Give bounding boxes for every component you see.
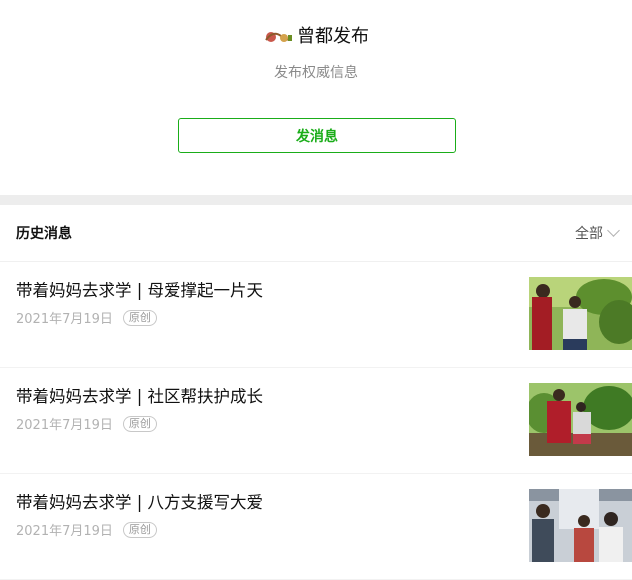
filter-label: 全部: [575, 226, 603, 242]
article-title: 带着妈妈去求学 | 八方支援写大爱: [16, 493, 264, 512]
history-title: 历史消息: [16, 226, 72, 242]
article-thumbnail: [529, 277, 632, 350]
article-meta: 2021年7月19日 原创: [16, 308, 157, 327]
article-date: 2021年7月19日: [16, 312, 113, 327]
original-badge: 原创: [122, 309, 157, 326]
chevron-down-icon: [607, 223, 620, 237]
article-list: 带着妈妈去求学 | 母爱撑起一片天 2021年7月19日 原创 带着妈妈去求学 …: [0, 262, 632, 580]
article-date: 2021年7月19日: [16, 524, 113, 539]
account-header: 曾都发布 发布权威信息 发消息: [0, 0, 632, 195]
article-date: 2021年7月19日: [16, 418, 113, 433]
account-logo-icon: [263, 26, 293, 48]
article-meta: 2021年7月19日 原创: [16, 414, 157, 433]
account-name: 曾都发布: [297, 26, 369, 47]
article-thumbnail: [529, 383, 632, 456]
article-thumbnail: [529, 489, 632, 562]
history-bar: 历史消息 全部: [0, 205, 632, 262]
article-meta: 2021年7月19日 原创: [16, 520, 157, 539]
original-badge: 原创: [122, 415, 157, 432]
article-title: 带着妈妈去求学 | 母爱撑起一片天: [16, 281, 264, 300]
filter-dropdown[interactable]: 全部: [575, 223, 620, 243]
original-badge: 原创: [122, 521, 157, 538]
article-title: 带着妈妈去求学 | 社区帮扶护成长: [16, 387, 264, 406]
send-message-button[interactable]: 发消息: [178, 118, 456, 153]
account-row: 曾都发布: [0, 25, 632, 49]
article-item[interactable]: 带着妈妈去求学 | 社区帮扶护成长 2021年7月19日 原创: [0, 368, 632, 474]
article-item[interactable]: 带着妈妈去求学 | 八方支援写大爱 2021年7月19日 原创: [0, 474, 632, 580]
article-item[interactable]: 带着妈妈去求学 | 母爱撑起一片天 2021年7月19日 原创: [0, 262, 632, 368]
section-divider: [0, 195, 632, 205]
account-description: 发布权威信息: [274, 65, 358, 81]
